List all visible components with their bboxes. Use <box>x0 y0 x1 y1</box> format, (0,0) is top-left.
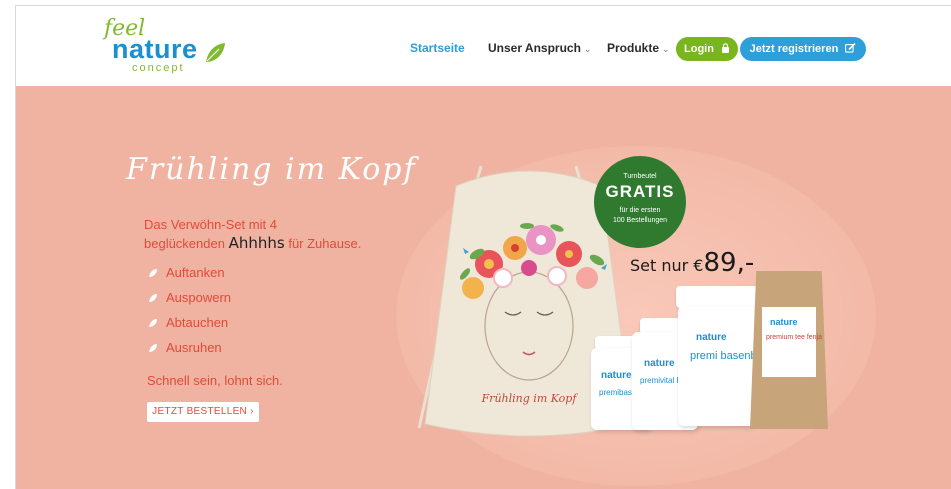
edit-icon <box>845 43 856 53</box>
order-now-button[interactable]: JETZT BESTELLEN › <box>147 402 259 422</box>
price-value: 89,- <box>703 248 755 278</box>
login-button[interactable]: Login <box>676 37 738 61</box>
nav-startseite[interactable]: Startseite <box>410 41 465 55</box>
hero-lead-line1: Das Verwöhn-Set mit 4 <box>144 217 277 232</box>
list-item-label: Ausruhen <box>166 340 222 355</box>
product-basenbad: nature premi basenbad <box>676 286 769 426</box>
leaf-bullet-icon <box>149 343 157 352</box>
bag-script-text: Frühling im Kopf <box>481 392 579 405</box>
order-now-label: JETZT BESTELLEN <box>152 406 248 417</box>
price-text: Set nur €89,- <box>630 248 754 278</box>
hero-lead-pre: beglückenden <box>144 236 225 251</box>
login-button-label: Login <box>684 43 714 55</box>
leaf-bullet-icon <box>149 293 157 302</box>
jar-label-text: premium tee fenja <box>766 334 823 341</box>
register-button-label: Jetzt registrieren <box>749 43 839 55</box>
chevron-right-icon: › <box>250 406 254 417</box>
jar-brand-text: nature <box>601 370 632 381</box>
badge-top-text: Turnbeutel <box>623 173 657 180</box>
page-frame: feel nature concept Startseite Unser Ans… <box>15 5 951 489</box>
hero-banner: Frühling im Kopf Das Verwöhn-Set mit 4 b… <box>16 86 951 489</box>
list-item-label: Auftanken <box>166 265 225 280</box>
hero-lead-text: Das Verwöhn-Set mit 4 beglückenden Ahhhh… <box>144 216 361 253</box>
register-button[interactable]: Jetzt registrieren <box>740 37 866 61</box>
list-item: Ausruhen <box>148 335 231 360</box>
chevron-down-icon: ⌄ <box>583 44 592 54</box>
jar-brand-text: nature <box>770 317 798 327</box>
site-header: feel nature concept Startseite Unser Ans… <box>16 6 951 86</box>
list-item: Auspowern <box>148 285 231 310</box>
free-gift-badge: Turnbeutel GRATIS für die ersten 100 Bes… <box>594 156 686 248</box>
nav-produkte-label: Produkte <box>607 41 660 55</box>
chevron-down-icon: ⌄ <box>662 44 670 54</box>
jar-body <box>678 306 756 426</box>
badge-main-text: GRATIS <box>605 182 675 201</box>
lock-icon <box>722 43 729 53</box>
price-prefix: Set nur € <box>630 256 704 275</box>
list-item-label: Auspowern <box>166 290 232 305</box>
logo-concept-text: concept <box>132 62 185 74</box>
jar-brand-text: nature <box>644 358 675 369</box>
logo-nature-text: nature <box>112 34 198 64</box>
jar-brand-text: nature <box>696 332 727 343</box>
list-item: Auftanken <box>148 260 231 285</box>
nav-produkte[interactable]: Produkte ⌄ <box>607 41 670 55</box>
leaf-bullet-icon <box>149 318 157 327</box>
list-item-label: Abtauchen <box>166 315 229 330</box>
list-item: Abtauchen <box>148 310 231 335</box>
brand-logo[interactable]: feel nature concept <box>104 16 244 78</box>
product-tee: nature premium tee fenja <box>750 271 828 429</box>
hero-tagline: Schnell sein, lohnt sich. <box>147 373 283 388</box>
hero-lead-line2: beglückenden Ahhhhs für Zuhause. <box>144 234 361 253</box>
hero-script-title: Frühling im Kopf <box>126 152 417 187</box>
benefit-list: Auftanken Auspowern Abtauchen Ausruhen <box>148 260 231 360</box>
badge-line1: für die ersten <box>619 207 661 214</box>
hero-lead-ahh: Ahhhhs <box>228 234 285 252</box>
hero-lead-post: für Zuhause. <box>288 236 362 251</box>
nav-unser-anspruch-label: Unser Anspruch <box>488 41 581 55</box>
leaf-icon <box>206 43 225 62</box>
nav-unser-anspruch[interactable]: Unser Anspruch ⌄ <box>488 41 591 55</box>
leaf-bullet-icon <box>149 268 157 277</box>
jar-lid <box>676 286 758 308</box>
nav-startseite-label: Startseite <box>410 41 465 55</box>
badge-line2: 100 Bestellungen <box>612 217 668 224</box>
